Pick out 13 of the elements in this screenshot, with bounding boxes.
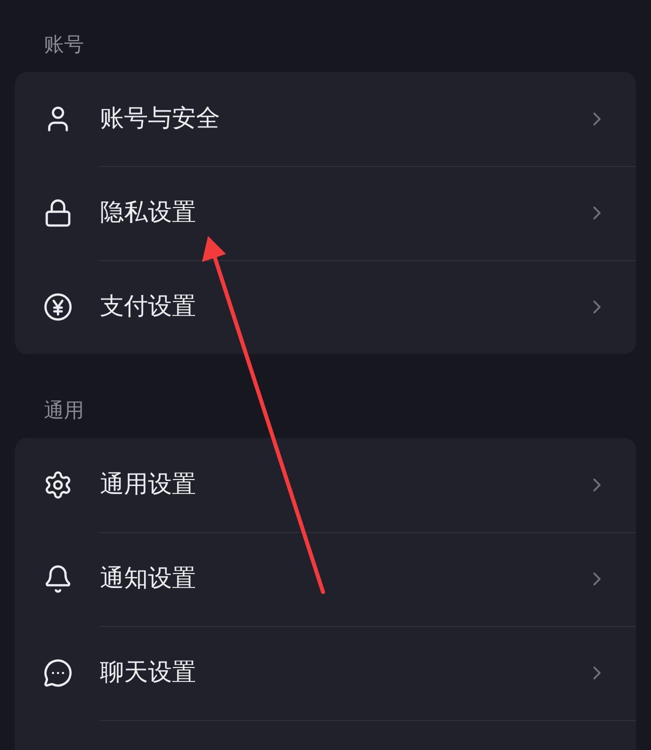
settings-item[interactable]: 通用设置	[100, 467, 196, 503]
chat-bubble-icon	[42, 658, 72, 688]
settings-item[interactable]: 通知设置	[100, 561, 196, 597]
settings-item[interactable]: 账号与安全	[100, 101, 220, 137]
bell-icon	[42, 564, 72, 594]
section-title: 通用	[43, 399, 84, 424]
settings-item[interactable]: 隐私设置	[100, 195, 196, 231]
lock-icon	[42, 198, 72, 228]
yen-icon	[42, 292, 72, 322]
settings-icon	[42, 470, 72, 500]
settings-item[interactable]: 支付设置	[100, 289, 196, 325]
section-title: 账号	[43, 33, 84, 58]
settings-item[interactable]: 聊天设置	[100, 655, 196, 691]
